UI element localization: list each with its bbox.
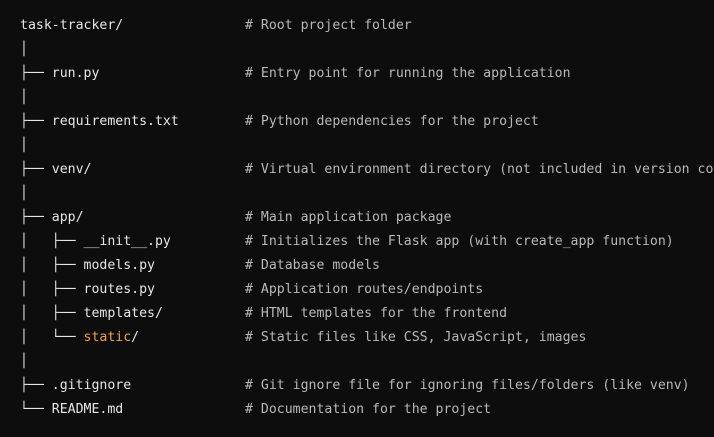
code-block: task-tracker/ # Root project folder │ ├─…	[0, 0, 714, 437]
comment: # Initializes the Flask app (with create…	[245, 234, 674, 249]
tree-connector: │ ├──	[20, 282, 84, 297]
tree-line: │	[20, 86, 714, 110]
tree-connector: ├──	[20, 66, 52, 81]
file-name: README.md	[51, 402, 124, 417]
folder-name: static/	[83, 330, 140, 345]
tree-connector: │ ├──	[20, 306, 84, 321]
tree-line: │ ├── __init__.py # Initializes the Flas…	[20, 230, 714, 254]
file-name: requirements.txt	[51, 114, 179, 129]
tree-line: │ ├── routes.py # Application routes/end…	[20, 278, 714, 302]
tree-connector: │	[20, 90, 28, 105]
comment: # Documentation for the project	[245, 402, 492, 417]
tree-line: ├── venv/ # Virtual environment director…	[20, 158, 714, 182]
folder-name: task-tracker/	[20, 18, 124, 33]
tree-connector: │	[20, 42, 28, 57]
tree-connector: │ └──	[20, 330, 84, 345]
comment: # Root project folder	[245, 18, 412, 33]
highlighted-name: static	[83, 330, 132, 345]
tree-connector: ├──	[20, 378, 52, 393]
tree-line: │	[20, 350, 714, 374]
tree-line: │ └── static/ # Static files like CSS, J…	[20, 326, 714, 350]
tree-connector: │	[20, 354, 28, 369]
tree-connector: ├──	[20, 114, 52, 129]
tree-line: └── README.md # Documentation for the pr…	[20, 398, 714, 422]
tree-line: ├── .gitignore # Git ignore file for ign…	[20, 374, 714, 398]
tree-line: │ ├── templates/ # HTML templates for th…	[20, 302, 714, 326]
file-name: run.py	[51, 66, 100, 81]
tree-line: │	[20, 182, 714, 206]
folder-name: app/	[51, 210, 84, 225]
tree-connector: │ ├──	[20, 258, 84, 273]
tree-line: task-tracker/ # Root project folder	[20, 14, 714, 38]
tree-connector: ├──	[20, 210, 52, 225]
tree-line: ├── run.py # Entry point for running the…	[20, 62, 714, 86]
folder-name: templates/	[83, 306, 163, 321]
folder-name: venv/	[51, 162, 92, 177]
tree-line: │ ├── models.py # Database models	[20, 254, 714, 278]
tree-connector: ├──	[20, 162, 52, 177]
comment: # HTML templates for the frontend	[245, 306, 508, 321]
tree-connector: │ ├──	[20, 234, 84, 249]
file-name: __init__.py	[83, 234, 171, 249]
tree-line: │	[20, 134, 714, 158]
tree-line: │	[20, 38, 714, 62]
comment: # Static files like CSS, JavaScript, ima…	[245, 330, 587, 345]
comment: # Python dependencies for the project	[245, 114, 539, 129]
file-name: .gitignore	[51, 378, 132, 393]
tree-connector: │	[20, 186, 28, 201]
file-name: models.py	[83, 258, 155, 273]
tree-connector: │	[20, 138, 28, 153]
comment: # Main application package	[245, 210, 452, 225]
comment: # Application routes/endpoints	[245, 282, 484, 297]
comment: # Entry point for running the applicatio…	[245, 66, 571, 81]
comment: # Virtual environment directory (not inc…	[245, 162, 714, 177]
tree-connector: └──	[20, 402, 52, 417]
tree-line: ├── app/ # Main application package	[20, 206, 714, 230]
comment: # Database models	[245, 258, 380, 273]
comment: # Git ignore file for ignoring files/fol…	[245, 378, 690, 393]
file-name: routes.py	[83, 282, 155, 297]
tree-line: ├── requirements.txt # Python dependenci…	[20, 110, 714, 134]
